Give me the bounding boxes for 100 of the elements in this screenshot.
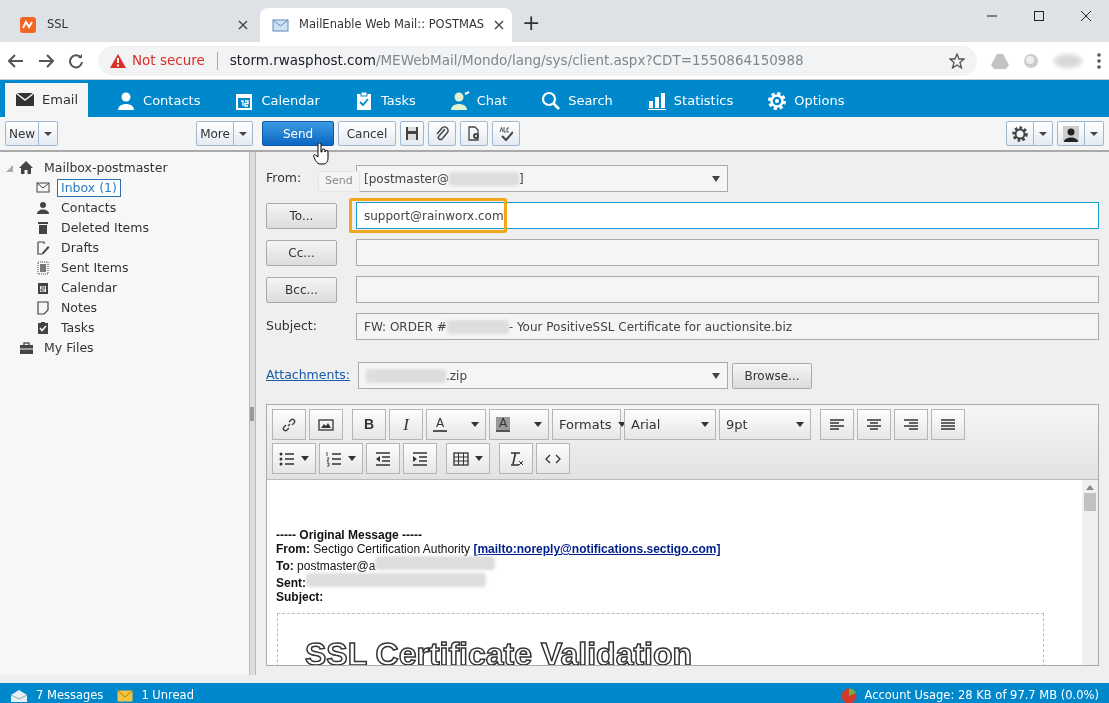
nav-tab[interactable]: Statistics: [636, 84, 744, 117]
pencil-document-icon: [36, 241, 51, 255]
highlight-color-button[interactable]: A: [489, 409, 549, 440]
caret-icon: [475, 456, 483, 461]
bcc-button[interactable]: Bcc...: [266, 276, 337, 303]
caret-icon: [796, 422, 804, 427]
italic-button[interactable]: I: [389, 409, 423, 440]
splitter-handle[interactable]: [250, 406, 254, 421]
send-button[interactable]: Send: [262, 121, 334, 146]
folder-item[interactable]: Inbox (1): [57, 179, 121, 197]
unread-count: 1 Unread: [141, 687, 194, 703]
font-dropdown[interactable]: Arial: [624, 409, 716, 440]
close-icon[interactable]: [1079, 10, 1092, 22]
document-icon: [36, 261, 51, 275]
attachments-link[interactable]: Attachments:: [266, 366, 350, 385]
table-button[interactable]: [446, 443, 490, 474]
star-icon[interactable]: [949, 52, 965, 69]
calendar-icon: [36, 281, 51, 295]
trash-icon: [36, 221, 51, 235]
dropdown-button[interactable]: [1085, 121, 1104, 146]
email-link[interactable]: [mailto:noreply@notifications.sectigo.com]: [473, 542, 721, 556]
align-center-button[interactable]: [857, 409, 891, 440]
nav-tab[interactable]: Email: [5, 83, 89, 117]
folder-item[interactable]: Notes: [57, 299, 102, 317]
folder-item[interactable]: Deleted Items: [57, 219, 153, 237]
address-bar[interactable]: Not secure storm.rwasphost.com/MEWebMail/Mondo/lang/sys/client.aspx?CDT=1550864150988: [98, 45, 977, 76]
caret-icon: [1089, 130, 1099, 137]
text-color-button[interactable]: A: [426, 409, 486, 440]
scrollbar-thumb[interactable]: [1084, 493, 1096, 511]
browse-button[interactable]: Browse...: [732, 362, 812, 389]
nav-tab[interactable]: Tasks: [343, 84, 426, 117]
justify-icon: [940, 416, 956, 433]
new-tab-button[interactable]: +: [512, 5, 551, 43]
person-icon: [449, 90, 470, 111]
warning-icon: [110, 53, 126, 68]
note-icon: [36, 301, 51, 315]
align-left-button[interactable]: [820, 409, 854, 440]
security-warning[interactable]: Not secure: [132, 50, 205, 71]
caret-icon: [712, 372, 720, 379]
close-icon[interactable]: [494, 20, 505, 30]
bullet-list-button[interactable]: [272, 443, 316, 474]
nav-tab[interactable]: Chat: [439, 84, 518, 117]
maximize-icon[interactable]: [1032, 10, 1045, 22]
message-count: 7 Messages: [36, 687, 104, 703]
spellcheck-icon: [499, 126, 513, 141]
scroll-up-icon[interactable]: [1086, 485, 1094, 490]
cancel-button[interactable]: Cancel: [338, 121, 396, 146]
subject-field[interactable]: FW: ORDER # - Your PositiveSSL Certificate for auctionsite.biz: [356, 313, 1099, 340]
spellcheck-button[interactable]: [492, 121, 520, 146]
to-button[interactable]: To...: [266, 202, 337, 229]
folder-item[interactable]: Tasks: [57, 319, 99, 337]
close-icon[interactable]: [238, 20, 248, 30]
envelope-stack-icon: [10, 689, 28, 703]
folder-item[interactable]: Mailbox-postmaster: [40, 159, 172, 177]
person-icon: [116, 90, 137, 111]
justify-button[interactable]: [931, 409, 965, 440]
dropdown-button[interactable]: [39, 121, 58, 146]
align-center-icon: [866, 416, 882, 433]
person-icon: [36, 201, 51, 215]
folder-item[interactable]: Sent Items: [57, 259, 133, 277]
options-button[interactable]: [460, 121, 488, 146]
indent-button[interactable]: [403, 443, 437, 474]
browser-tab[interactable]: SSL: [8, 8, 260, 42]
attachment-select[interactable]: .zip: [358, 362, 728, 389]
new-button[interactable]: New: [5, 121, 39, 146]
link-button[interactable]: [272, 409, 306, 440]
folder-item[interactable]: My Files: [40, 339, 98, 357]
image-button[interactable]: [309, 409, 343, 440]
user-button[interactable]: [1057, 121, 1085, 146]
dropdown-button[interactable]: [1034, 121, 1053, 146]
cc-button[interactable]: Cc...: [266, 239, 337, 266]
save-button[interactable]: [400, 121, 424, 146]
more-button[interactable]: More: [196, 121, 234, 146]
nav-tab[interactable]: Contacts: [106, 84, 211, 117]
attach-button[interactable]: [428, 121, 456, 146]
browser-tab[interactable]: MailEnable Web Mail:: POSTMAS: [260, 8, 512, 42]
recipient-field[interactable]: [356, 276, 1099, 303]
recipient-field[interactable]: [356, 239, 1099, 266]
recipient-field[interactable]: support@rainworx.com: [356, 202, 1099, 229]
reload-icon[interactable]: [68, 52, 84, 69]
dropdown-button[interactable]: [234, 121, 253, 146]
folder-item[interactable]: Contacts: [57, 199, 121, 217]
menu-icon[interactable]: [1097, 52, 1101, 69]
nav-tab[interactable]: Search: [531, 84, 623, 117]
font-size-dropdown[interactable]: 9pt: [719, 409, 811, 440]
folder-item[interactable]: Calendar: [57, 279, 122, 297]
clear-formatting-button[interactable]: [499, 443, 533, 474]
nav-tab[interactable]: Options: [757, 84, 855, 117]
caret-icon: [701, 422, 709, 427]
nav-tab[interactable]: Calendar: [224, 84, 330, 117]
forward-icon[interactable]: [38, 53, 54, 68]
from-select[interactable]: [postmaster@ ]: [356, 165, 728, 192]
settings-button[interactable]: [1006, 121, 1034, 146]
formats-dropdown[interactable]: Formats: [552, 409, 621, 440]
folder-item[interactable]: Drafts: [57, 239, 104, 257]
back-icon[interactable]: [8, 53, 24, 68]
outdent-button[interactable]: [366, 443, 400, 474]
numbered-list-button[interactable]: [319, 443, 363, 474]
align-right-button[interactable]: [894, 409, 928, 440]
bold-button[interactable]: B: [352, 409, 386, 440]
